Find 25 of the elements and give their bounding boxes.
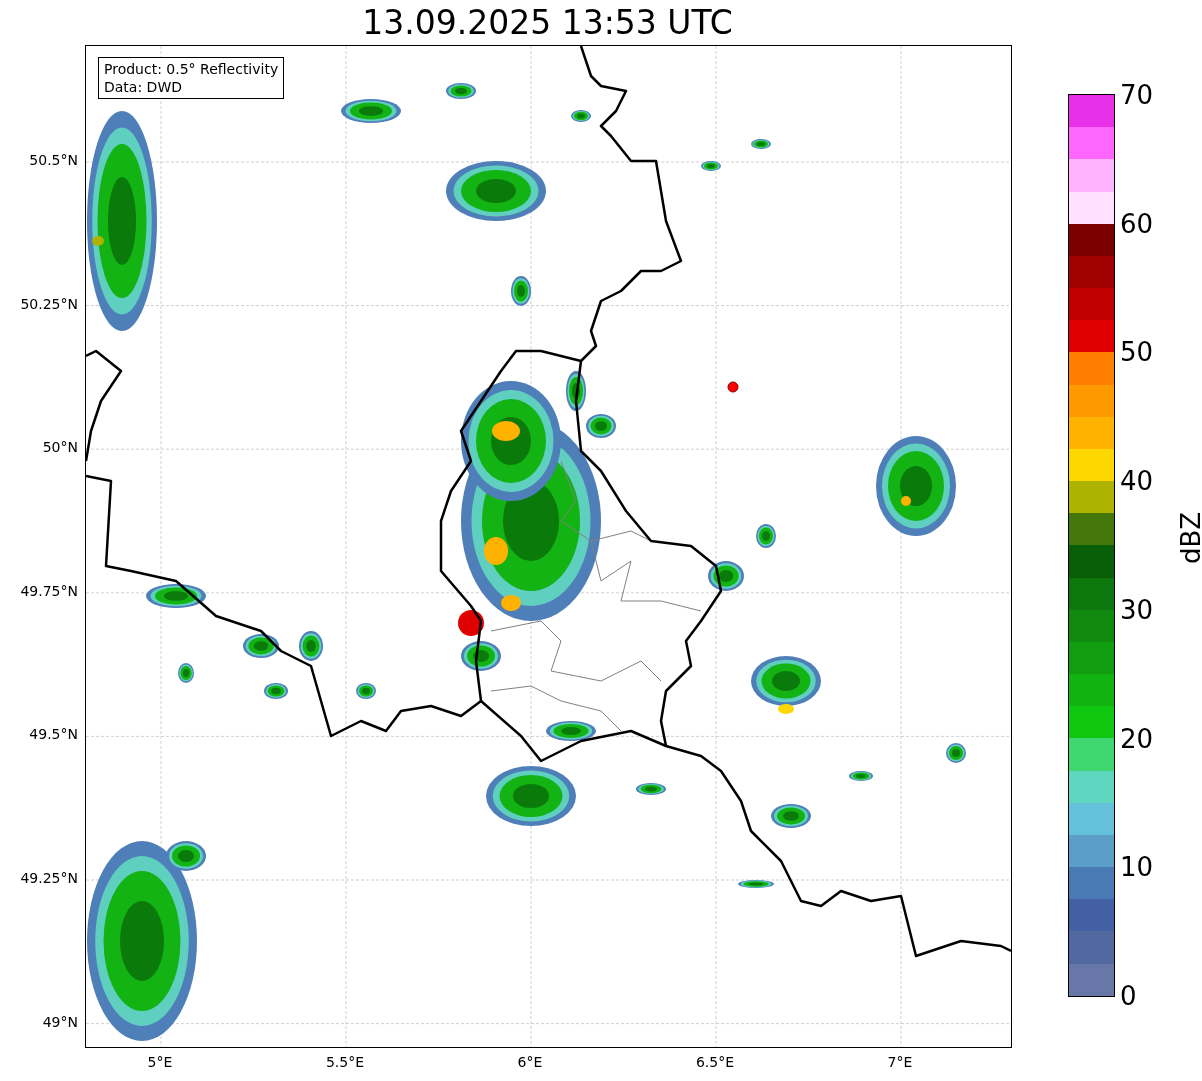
latitude-label: 50°N [42, 439, 78, 456]
colorbar-tick-label: 10 [1120, 852, 1154, 883]
longitude-label: 6°E [516, 1054, 544, 1070]
colorbar-tick-label: 0 [1120, 980, 1137, 1011]
latitude-label: 49.5°N [29, 726, 78, 743]
longitude-label: 7°E [886, 1054, 914, 1070]
colorbar-tick-label: 70 [1120, 80, 1154, 110]
latitude-label: 49.75°N [20, 582, 78, 599]
colorbar-tick-label: 30 [1120, 594, 1154, 625]
longitude-label: 5°E [146, 1054, 174, 1070]
chart-title: 13.09.2025 13:53 UTC [361, 2, 734, 44]
latitude-label: 49°N [42, 1013, 78, 1030]
location-marker [727, 381, 739, 393]
latitude-label: 50.5°N [29, 152, 78, 168]
colorbar-tick-label: 40 [1120, 466, 1154, 497]
info-text: Data: DWD [104, 78, 183, 96]
info-text: Product: 0.5° Reflectivity [104, 60, 279, 78]
latitude-label: 50.25°N [20, 295, 78, 312]
latitude-label: 49.25°N [20, 870, 78, 886]
colorbar-tick-label: 20 [1120, 723, 1154, 754]
longitude-label: 5.5°E [324, 1054, 366, 1070]
colorbar-label: dBZ [1176, 514, 1202, 564]
colorbar-tick-label: 50 [1120, 337, 1154, 368]
longitude-label: 6.5°E [694, 1054, 736, 1070]
colorbar-tick-label: 60 [1120, 208, 1154, 239]
